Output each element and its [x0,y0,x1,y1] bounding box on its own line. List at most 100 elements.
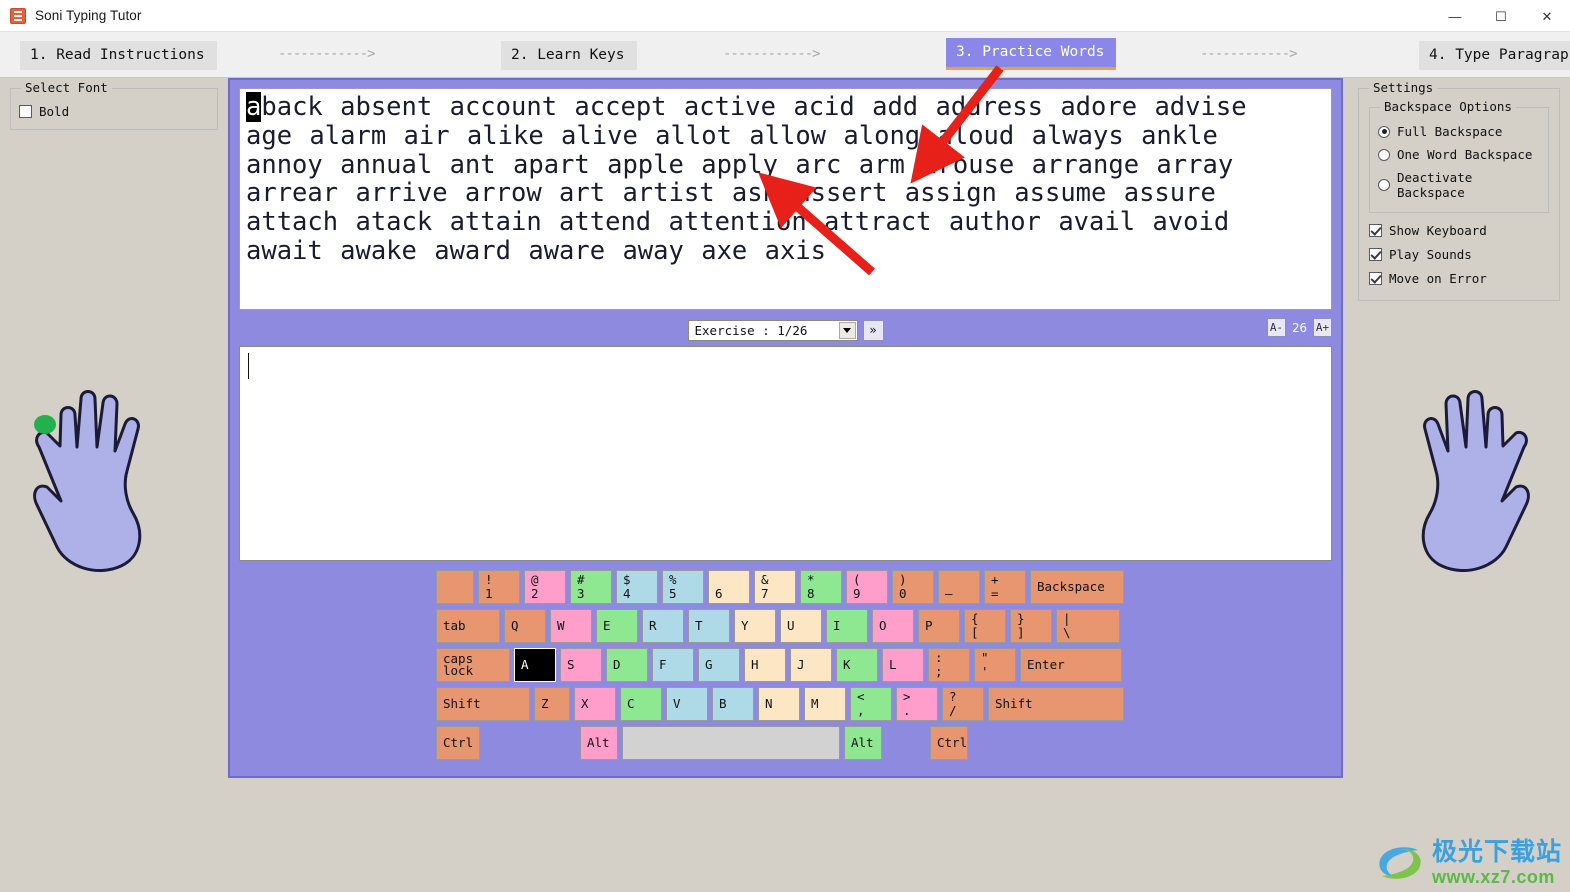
radio-icon[interactable] [1378,125,1390,138]
key-z[interactable]: Z [534,687,570,721]
backspace-option-2[interactable]: One Word Backspace [1378,147,1540,162]
font-increase-button[interactable]: A+ [1313,318,1332,337]
key-x[interactable]: X [574,687,616,721]
key-ctrl[interactable]: Ctrl [436,726,480,760]
key-[[interactable]: {[ [964,609,1006,643]
key-k[interactable]: K [836,648,878,682]
setting-checkbox-3[interactable]: Move on Error [1369,271,1551,286]
key-label: F [659,656,667,672]
key-l[interactable]: L [882,648,924,682]
key-b[interactable]: B [712,687,754,721]
key-][interactable]: }] [1010,609,1052,643]
key-6[interactable]: 6 [708,570,750,604]
key-=[interactable]: + = [984,570,1026,604]
key-j[interactable]: J [790,648,832,682]
key-h[interactable]: H [744,648,786,682]
key-t[interactable]: T [688,609,730,643]
radio-icon[interactable] [1378,179,1390,191]
key-,[interactable]: <, [850,687,892,721]
key-3[interactable]: #3 [570,570,612,604]
checkbox-icon[interactable] [1369,272,1382,285]
key-1[interactable]: ! 1 [478,570,520,604]
key-a[interactable]: A [514,648,556,682]
key-d[interactable]: D [606,648,648,682]
step-tab-2[interactable]: 2. Learn Keys [501,41,637,70]
key-u[interactable]: U [780,609,822,643]
backspace-option-3[interactable]: Deactivate Backspace [1378,170,1540,200]
key-\[interactable]: | \ [1056,609,1120,643]
key-–[interactable]: – [938,570,980,604]
key-/[interactable]: ? / [942,687,984,721]
key-alt[interactable]: Alt [580,726,618,760]
setting-checkbox-2[interactable]: Play Sounds [1369,247,1551,262]
key-p[interactable]: P [918,609,960,643]
key-shift[interactable]: Shift [988,687,1124,721]
key-4[interactable]: $4 [616,570,658,604]
key-y[interactable]: Y [734,609,776,643]
key-q[interactable]: Q [504,609,546,643]
key-v[interactable]: V [666,687,708,721]
key-caps-lock[interactable]: caps lock [436,648,510,682]
key-5[interactable]: % 5 [662,570,704,604]
chevron-down-icon[interactable] [838,321,856,339]
exercise-select[interactable]: Exercise : 1/26 [687,319,858,341]
key-label: Q [511,617,519,633]
next-exercise-button[interactable]: » [862,319,884,341]
key-o[interactable]: O [872,609,914,643]
key-.[interactable]: >. [896,687,938,721]
bold-checkbox[interactable] [19,105,32,118]
font-decrease-button[interactable]: A- [1266,318,1286,337]
key-f[interactable]: F [652,648,694,682]
close-button[interactable]: ✕ [1524,0,1570,32]
key-;[interactable]: :; [928,648,970,682]
key-alt[interactable]: Alt [844,726,882,760]
key-c[interactable]: C [620,687,662,721]
key-blank[interactable] [436,570,474,604]
key-label: Shift [995,695,1033,711]
key-w[interactable]: W [550,609,592,643]
bold-checkbox-row[interactable]: Bold [19,104,209,119]
key-9[interactable]: (9 [846,570,888,604]
settings-label: Settings [1369,80,1438,95]
key-r[interactable]: R [642,609,684,643]
step-tab-1[interactable]: 1. Read Instructions [20,41,217,70]
key-label: M [811,695,819,711]
key-label: C [627,695,635,711]
key-i[interactable]: I [826,609,868,643]
current-character: a [246,92,262,122]
practice-main-panel: aback absent account accept active acid … [228,78,1343,778]
key-s[interactable]: S [560,648,602,682]
step-tab-4[interactable]: 4. Type Paragraphs [1419,41,1570,70]
word-display-box: aback absent account accept active acid … [239,88,1332,310]
key-space[interactable] [622,726,840,760]
key-e[interactable]: E [596,609,638,643]
key-base-symbol: 4 [623,586,631,601]
key-7[interactable]: & 7 [754,570,796,604]
key-backspace[interactable]: Backspace [1030,570,1124,604]
backspace-option-1[interactable]: Full Backspace [1378,124,1540,139]
typing-input-area[interactable] [239,346,1332,561]
key-2[interactable]: @2 [524,570,566,604]
select-font-group: Select Font Bold [10,80,218,130]
checkbox-icon[interactable] [1369,248,1382,261]
checkbox-icon[interactable] [1369,224,1382,237]
key-enter[interactable]: Enter [1020,648,1122,682]
minimize-button[interactable]: — [1432,0,1478,32]
step-tab-3[interactable]: 3. Practice Words [946,38,1117,70]
key-0[interactable]: ) 0 [892,570,934,604]
key-g[interactable]: G [698,648,740,682]
key-tab[interactable]: tab [436,609,500,643]
key-8[interactable]: * 8 [800,570,842,604]
key-'[interactable]: " ' [974,648,1016,682]
key-ctrl[interactable]: Ctrl [930,726,968,760]
bold-label: Bold [39,104,70,119]
setting-checkbox-1[interactable]: Show Keyboard [1369,223,1551,238]
maximize-button[interactable]: ☐ [1478,0,1524,32]
radio-icon[interactable] [1378,148,1390,161]
key-label: R [649,617,657,633]
key-m[interactable]: M [804,687,846,721]
key-n[interactable]: N [758,687,800,721]
key-base-symbol: [ [971,625,979,640]
key-shift[interactable]: Shift [436,687,530,721]
keyboard-row-1: ! 1 @2 #3 $4% 5 6 & 7 * 8(9) 0 – + = Backspace [436,570,1136,604]
